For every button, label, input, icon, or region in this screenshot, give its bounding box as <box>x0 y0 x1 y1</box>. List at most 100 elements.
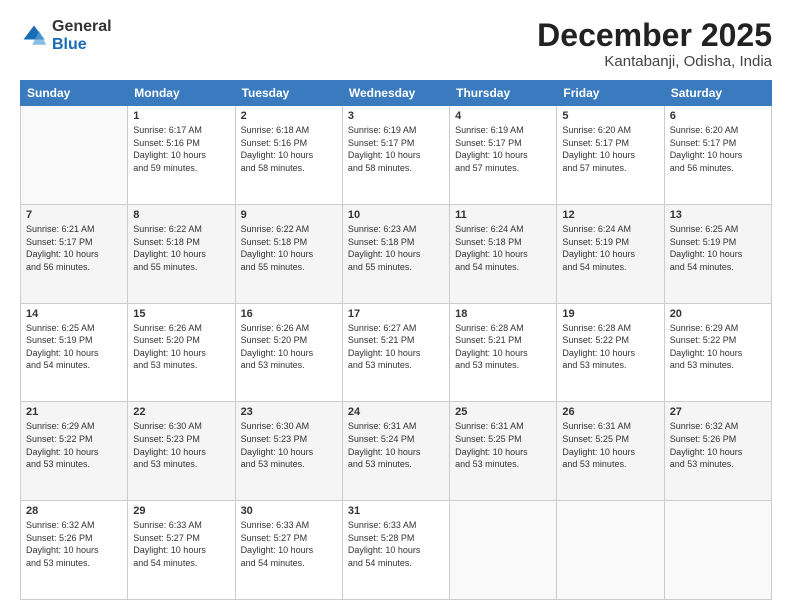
day-info: Sunrise: 6:28 AM Sunset: 5:21 PM Dayligh… <box>455 322 551 372</box>
calendar-cell <box>450 501 557 600</box>
day-info: Sunrise: 6:25 AM Sunset: 5:19 PM Dayligh… <box>670 223 766 273</box>
day-info: Sunrise: 6:19 AM Sunset: 5:17 PM Dayligh… <box>348 124 444 174</box>
day-info: Sunrise: 6:22 AM Sunset: 5:18 PM Dayligh… <box>133 223 229 273</box>
month-title: December 2025 <box>537 18 772 53</box>
day-number: 17 <box>348 308 444 320</box>
day-number: 9 <box>241 209 337 221</box>
day-info: Sunrise: 6:32 AM Sunset: 5:26 PM Dayligh… <box>26 519 122 569</box>
calendar-cell: 13 Sunrise: 6:25 AM Sunset: 5:19 PM Dayli… <box>664 204 771 303</box>
day-number: 27 <box>670 406 766 418</box>
header: General Blue December 2025 Kantabanji, O… <box>20 18 772 70</box>
calendar-cell: 25 Sunrise: 6:31 AM Sunset: 5:25 PM Dayli… <box>450 402 557 501</box>
logo-blue-text: Blue <box>52 36 87 53</box>
calendar-cell: 23 Sunrise: 6:30 AM Sunset: 5:23 PM Dayli… <box>235 402 342 501</box>
day-info: Sunrise: 6:26 AM Sunset: 5:20 PM Dayligh… <box>241 322 337 372</box>
calendar-cell: 5Sunrise: 6:20 AM Sunset: 5:17 PM Daylig… <box>557 106 664 205</box>
calendar-cell: 19 Sunrise: 6:28 AM Sunset: 5:22 PM Dayli… <box>557 303 664 402</box>
calendar-week-1: 1Sunrise: 6:17 AM Sunset: 5:16 PM Daylig… <box>21 106 772 205</box>
calendar-cell: 17 Sunrise: 6:27 AM Sunset: 5:21 PM Dayli… <box>342 303 449 402</box>
location: Kantabanji, Odisha, India <box>537 53 772 70</box>
calendar-cell <box>557 501 664 600</box>
day-info: Sunrise: 6:31 AM Sunset: 5:25 PM Dayligh… <box>455 420 551 470</box>
day-number: 5 <box>562 110 658 122</box>
calendar-cell: 24Sunrise: 6:31 AM Sunset: 5:24 PM Dayli… <box>342 402 449 501</box>
day-info: Sunrise: 6:24 AM Sunset: 5:19 PM Dayligh… <box>562 223 658 273</box>
day-info: Sunrise: 6:20 AM Sunset: 5:17 PM Dayligh… <box>670 124 766 174</box>
logo-general-text: General <box>52 18 112 35</box>
calendar-cell: 20 Sunrise: 6:29 AM Sunset: 5:22 PM Dayli… <box>664 303 771 402</box>
calendar-cell: 1Sunrise: 6:17 AM Sunset: 5:16 PM Daylig… <box>128 106 235 205</box>
calendar-cell: 21 Sunrise: 6:29 AM Sunset: 5:22 PM Dayli… <box>21 402 128 501</box>
day-number: 7 <box>26 209 122 221</box>
logo: General Blue <box>20 18 112 53</box>
day-info: Sunrise: 6:22 AM Sunset: 5:18 PM Dayligh… <box>241 223 337 273</box>
calendar-header-row: SundayMondayTuesdayWednesdayThursdayFrid… <box>21 81 772 106</box>
calendar-table: SundayMondayTuesdayWednesdayThursdayFrid… <box>20 80 772 600</box>
day-info: Sunrise: 6:28 AM Sunset: 5:22 PM Dayligh… <box>562 322 658 372</box>
calendar-cell: 10Sunrise: 6:23 AM Sunset: 5:18 PM Dayli… <box>342 204 449 303</box>
calendar-cell: 7 Sunrise: 6:21 AM Sunset: 5:17 PM Daylig… <box>21 204 128 303</box>
calendar-header-monday: Monday <box>128 81 235 106</box>
calendar-cell: 15 Sunrise: 6:26 AM Sunset: 5:20 PM Dayli… <box>128 303 235 402</box>
day-number: 26 <box>562 406 658 418</box>
calendar-cell: 4Sunrise: 6:19 AM Sunset: 5:17 PM Daylig… <box>450 106 557 205</box>
day-info: Sunrise: 6:18 AM Sunset: 5:16 PM Dayligh… <box>241 124 337 174</box>
day-info: Sunrise: 6:32 AM Sunset: 5:26 PM Dayligh… <box>670 420 766 470</box>
day-info: Sunrise: 6:29 AM Sunset: 5:22 PM Dayligh… <box>26 420 122 470</box>
day-number: 10 <box>348 209 444 221</box>
calendar-cell: 2 Sunrise: 6:18 AM Sunset: 5:16 PM Daylig… <box>235 106 342 205</box>
day-info: Sunrise: 6:24 AM Sunset: 5:18 PM Dayligh… <box>455 223 551 273</box>
page: General Blue December 2025 Kantabanji, O… <box>0 0 792 612</box>
title-block: December 2025 Kantabanji, Odisha, India <box>537 18 772 70</box>
day-number: 20 <box>670 308 766 320</box>
day-number: 25 <box>455 406 551 418</box>
day-info: Sunrise: 6:33 AM Sunset: 5:28 PM Dayligh… <box>348 519 444 569</box>
day-number: 8 <box>133 209 229 221</box>
day-number: 21 <box>26 406 122 418</box>
calendar-week-2: 7 Sunrise: 6:21 AM Sunset: 5:17 PM Daylig… <box>21 204 772 303</box>
calendar-header-wednesday: Wednesday <box>342 81 449 106</box>
calendar-cell: 11 Sunrise: 6:24 AM Sunset: 5:18 PM Dayli… <box>450 204 557 303</box>
calendar-header-friday: Friday <box>557 81 664 106</box>
day-number: 23 <box>241 406 337 418</box>
calendar-cell: 16Sunrise: 6:26 AM Sunset: 5:20 PM Dayli… <box>235 303 342 402</box>
calendar-cell: 31Sunrise: 6:33 AM Sunset: 5:28 PM Dayli… <box>342 501 449 600</box>
day-info: Sunrise: 6:31 AM Sunset: 5:25 PM Dayligh… <box>562 420 658 470</box>
day-info: Sunrise: 6:29 AM Sunset: 5:22 PM Dayligh… <box>670 322 766 372</box>
day-info: Sunrise: 6:30 AM Sunset: 5:23 PM Dayligh… <box>241 420 337 470</box>
calendar-header-tuesday: Tuesday <box>235 81 342 106</box>
calendar-cell: 26 Sunrise: 6:31 AM Sunset: 5:25 PM Dayli… <box>557 402 664 501</box>
day-info: Sunrise: 6:25 AM Sunset: 5:19 PM Dayligh… <box>26 322 122 372</box>
calendar-cell: 9 Sunrise: 6:22 AM Sunset: 5:18 PM Daylig… <box>235 204 342 303</box>
logo-icon <box>20 22 48 50</box>
day-number: 2 <box>241 110 337 122</box>
calendar-cell: 22Sunrise: 6:30 AM Sunset: 5:23 PM Dayli… <box>128 402 235 501</box>
calendar-header-saturday: Saturday <box>664 81 771 106</box>
calendar-cell: 12 Sunrise: 6:24 AM Sunset: 5:19 PM Dayli… <box>557 204 664 303</box>
day-number: 4 <box>455 110 551 122</box>
day-number: 15 <box>133 308 229 320</box>
calendar-cell: 3Sunrise: 6:19 AM Sunset: 5:17 PM Daylig… <box>342 106 449 205</box>
day-number: 12 <box>562 209 658 221</box>
day-info: Sunrise: 6:21 AM Sunset: 5:17 PM Dayligh… <box>26 223 122 273</box>
day-info: Sunrise: 6:30 AM Sunset: 5:23 PM Dayligh… <box>133 420 229 470</box>
calendar-week-4: 21 Sunrise: 6:29 AM Sunset: 5:22 PM Dayli… <box>21 402 772 501</box>
day-number: 24 <box>348 406 444 418</box>
calendar-header-sunday: Sunday <box>21 81 128 106</box>
calendar-cell: 30Sunrise: 6:33 AM Sunset: 5:27 PM Dayli… <box>235 501 342 600</box>
day-info: Sunrise: 6:26 AM Sunset: 5:20 PM Dayligh… <box>133 322 229 372</box>
day-info: Sunrise: 6:27 AM Sunset: 5:21 PM Dayligh… <box>348 322 444 372</box>
calendar-week-3: 14Sunrise: 6:25 AM Sunset: 5:19 PM Dayli… <box>21 303 772 402</box>
day-number: 13 <box>670 209 766 221</box>
calendar-cell: 28Sunrise: 6:32 AM Sunset: 5:26 PM Dayli… <box>21 501 128 600</box>
day-number: 30 <box>241 505 337 517</box>
day-number: 19 <box>562 308 658 320</box>
calendar-cell <box>21 106 128 205</box>
calendar-cell: 29Sunrise: 6:33 AM Sunset: 5:27 PM Dayli… <box>128 501 235 600</box>
calendar-cell: 27 Sunrise: 6:32 AM Sunset: 5:26 PM Dayli… <box>664 402 771 501</box>
day-info: Sunrise: 6:33 AM Sunset: 5:27 PM Dayligh… <box>133 519 229 569</box>
calendar-cell <box>664 501 771 600</box>
day-number: 6 <box>670 110 766 122</box>
day-number: 11 <box>455 209 551 221</box>
day-info: Sunrise: 6:17 AM Sunset: 5:16 PM Dayligh… <box>133 124 229 174</box>
